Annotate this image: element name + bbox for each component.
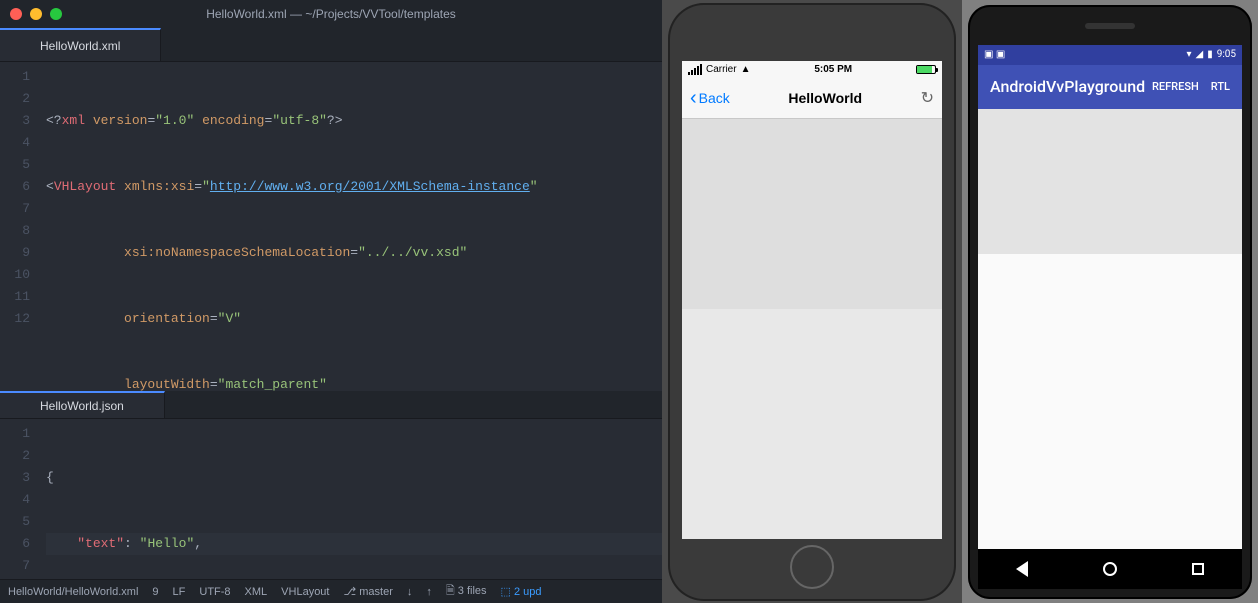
status-encoding[interactable]: UTF-8 bbox=[199, 586, 230, 598]
speaker-grill bbox=[1085, 23, 1135, 29]
ios-simulator: Carrier ▲ 5:05 PM ‹ Back HelloWorld ↻ bbox=[662, 0, 962, 603]
status-bar: HelloWorld/HelloWorld.xml 9 LF UTF-8 XML… bbox=[0, 579, 662, 603]
ios-status-bar: Carrier ▲ 5:05 PM bbox=[682, 61, 942, 79]
git-pull-icon[interactable]: ↓ bbox=[407, 586, 413, 598]
ios-content bbox=[682, 119, 942, 539]
package-icon: ⬚ bbox=[501, 586, 511, 598]
status-line-ending[interactable]: LF bbox=[173, 586, 186, 598]
battery-icon bbox=[916, 65, 936, 74]
git-branch-icon: ⎇ bbox=[343, 586, 356, 598]
signal-icon bbox=[688, 64, 702, 75]
code-pane-xml[interactable]: 123456789101112 <?xml version="1.0" enco… bbox=[0, 62, 662, 391]
signal-icon: ◢ bbox=[1195, 49, 1203, 60]
gutter-json: 1234567 bbox=[0, 419, 38, 579]
android-app-title: AndroidVvPlayground bbox=[990, 77, 1145, 96]
android-clock: 9:05 bbox=[1217, 49, 1236, 60]
notification-icons: ▣ ▣ bbox=[984, 49, 1005, 60]
chevron-left-icon: ‹ bbox=[690, 87, 697, 110]
status-indent[interactable]: VHLayout bbox=[281, 586, 329, 598]
battery-icon: ▮ bbox=[1207, 49, 1213, 60]
back-button[interactable]: ‹ Back bbox=[690, 87, 730, 110]
code-lines[interactable]: <?xml version="1.0" encoding="utf-8"?> <… bbox=[38, 62, 662, 391]
rtl-action[interactable]: RTL bbox=[1211, 80, 1230, 93]
status-column[interactable]: 9 bbox=[152, 586, 158, 598]
refresh-action[interactable]: REFRESH bbox=[1152, 80, 1199, 93]
json-lines[interactable]: { "text": "Hello", "items": [ {"info": {… bbox=[38, 419, 662, 579]
wifi-icon: ▾ bbox=[1186, 49, 1191, 60]
files-icon: 🗎 bbox=[446, 585, 455, 597]
iphone-screen: Carrier ▲ 5:05 PM ‹ Back HelloWorld ↻ bbox=[682, 61, 942, 539]
wifi-icon: ▲ bbox=[741, 64, 751, 75]
android-nav-bar bbox=[978, 549, 1242, 589]
carrier-label: Carrier bbox=[706, 64, 737, 75]
ios-navbar: ‹ Back HelloWorld ↻ bbox=[682, 79, 942, 119]
android-screen: ▣ ▣ ▾ ◢ ▮ 9:05 AndroidVvPlayground REFRE… bbox=[978, 45, 1242, 589]
status-language[interactable]: XML bbox=[245, 586, 268, 598]
android-status-bar: ▣ ▣ ▾ ◢ ▮ 9:05 bbox=[978, 45, 1242, 65]
status-files[interactable]: 🗎 3 files bbox=[446, 582, 487, 601]
android-frame: ▣ ▣ ▾ ◢ ▮ 9:05 AndroidVvPlayground REFRE… bbox=[968, 5, 1252, 599]
android-appbar: AndroidVvPlayground REFRESH RTL bbox=[978, 65, 1242, 109]
layout-preview-box bbox=[978, 109, 1242, 254]
recents-nav-button[interactable] bbox=[1189, 560, 1207, 578]
home-button[interactable] bbox=[790, 545, 834, 589]
window-title: HelloWorld.xml — ~/Projects/VVTool/templ… bbox=[0, 7, 662, 21]
home-nav-button[interactable] bbox=[1101, 560, 1119, 578]
ios-clock: 5:05 PM bbox=[814, 64, 852, 75]
titlebar: HelloWorld.xml — ~/Projects/VVTool/templ… bbox=[0, 0, 662, 28]
tab-bar-top: HelloWorld.xml bbox=[0, 28, 662, 62]
code-editor-window: HelloWorld.xml — ~/Projects/VVTool/templ… bbox=[0, 0, 662, 603]
git-push-icon[interactable]: ↑ bbox=[426, 586, 432, 598]
iphone-frame: Carrier ▲ 5:05 PM ‹ Back HelloWorld ↻ bbox=[668, 3, 956, 601]
gutter: 123456789101112 bbox=[0, 62, 38, 391]
tab-bar-bottom: HelloWorld.json bbox=[0, 391, 662, 419]
ios-screen-title: HelloWorld bbox=[788, 90, 862, 106]
code-pane-json[interactable]: 1234567 { "text": "Hello", "items": [ {"… bbox=[0, 419, 662, 579]
layout-preview-box bbox=[682, 119, 942, 309]
refresh-button[interactable]: ↻ bbox=[921, 88, 934, 108]
android-simulator: ▣ ▣ ▾ ◢ ▮ 9:05 AndroidVvPlayground REFRE… bbox=[962, 0, 1258, 603]
tab-helloworld-json[interactable]: HelloWorld.json bbox=[0, 391, 165, 418]
status-updates[interactable]: ⬚ 2 upd bbox=[501, 585, 542, 598]
tab-helloworld-xml[interactable]: HelloWorld.xml bbox=[0, 28, 161, 61]
status-git-branch[interactable]: ⎇ master bbox=[343, 585, 392, 598]
back-nav-button[interactable] bbox=[1013, 560, 1031, 578]
status-path[interactable]: HelloWorld/HelloWorld.xml bbox=[8, 586, 138, 598]
android-content bbox=[978, 109, 1242, 549]
